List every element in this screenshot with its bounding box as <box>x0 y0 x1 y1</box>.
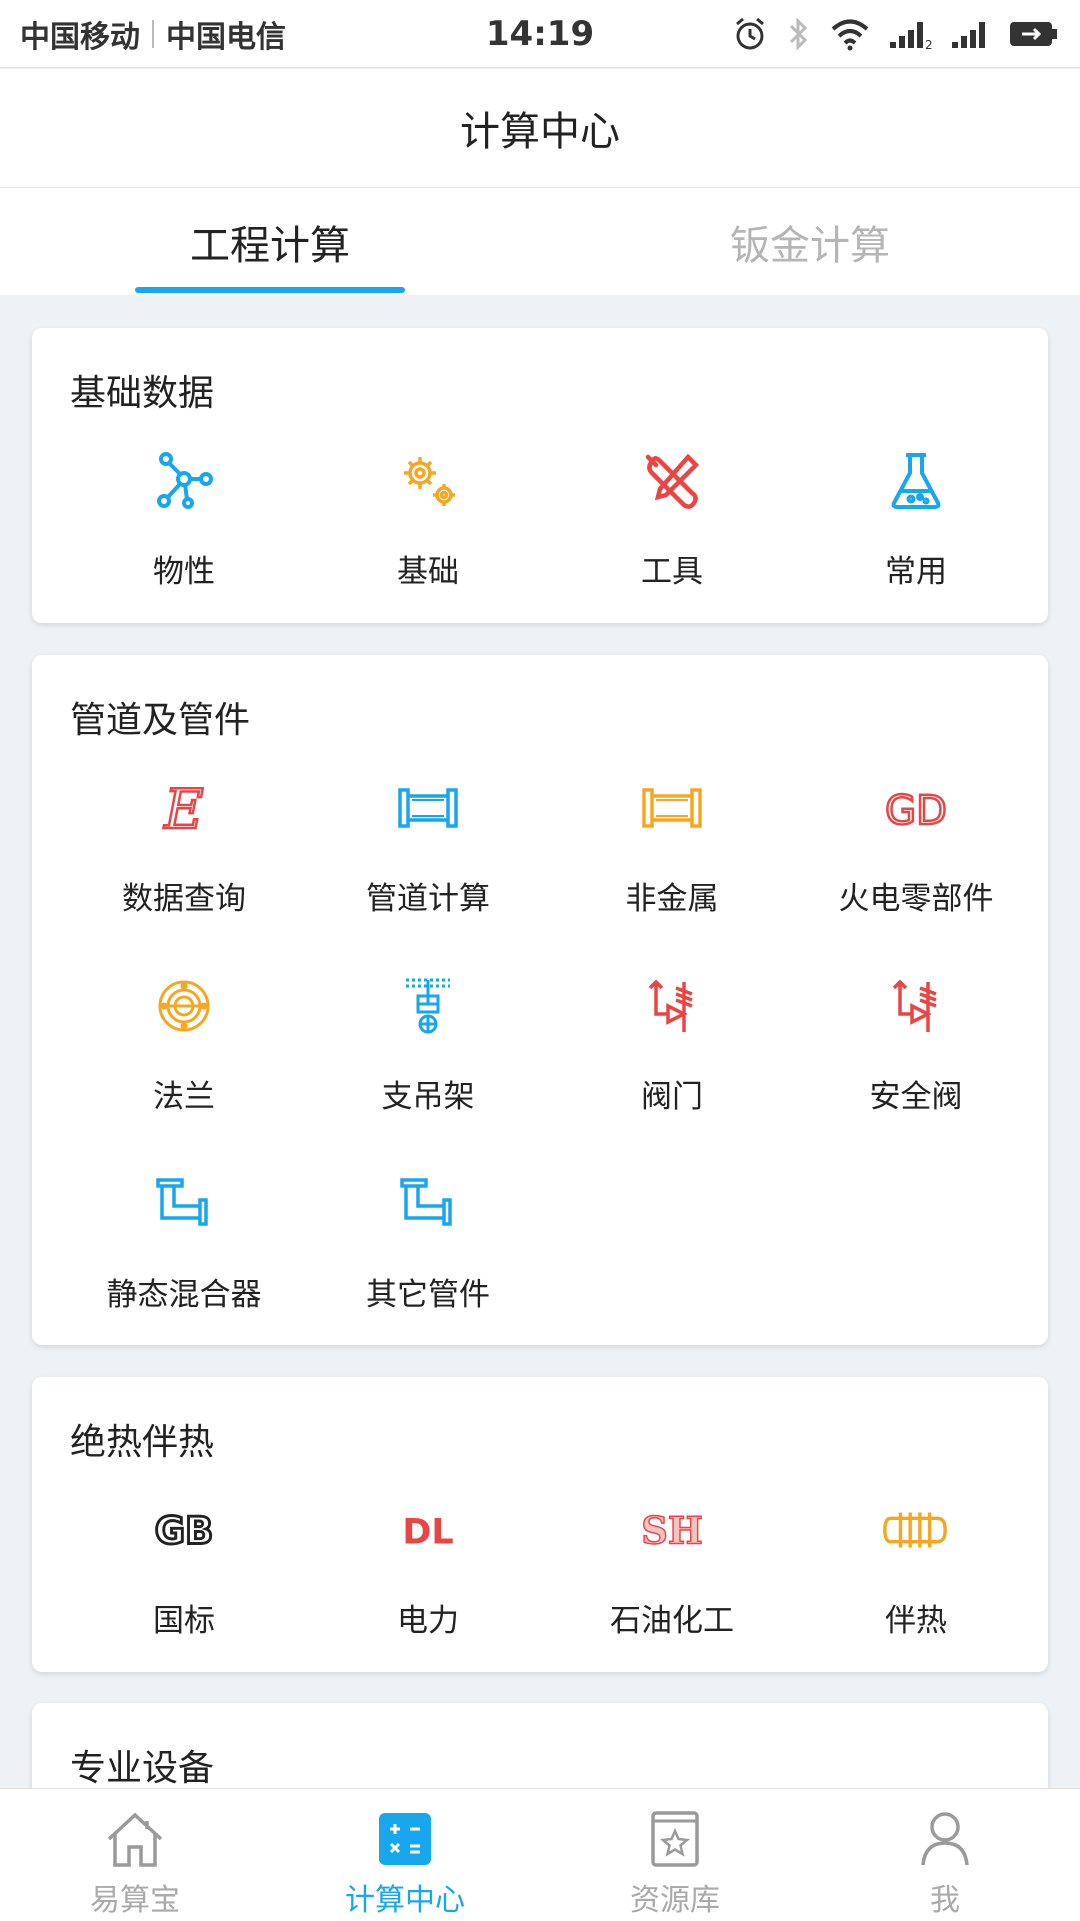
valve-icon <box>648 979 693 1032</box>
item-label: 安全阀 <box>869 1079 963 1115</box>
section-grid: GB 国标 DL 电力 SH 石油化工 伴热 <box>32 1495 1048 1693</box>
item-petrochemical[interactable]: SH 石油化工 <box>550 1495 794 1693</box>
item-pipe-hanger[interactable]: 支吊架 <box>306 971 550 1169</box>
item-national-standard[interactable]: GB 国标 <box>62 1495 306 1693</box>
item-non-metal[interactable]: 非金属 <box>550 773 794 971</box>
item-physical-properties[interactable]: 物性 <box>62 446 306 644</box>
item-label: 非金属 <box>625 881 719 917</box>
gd-text-icon: GD <box>884 787 948 836</box>
item-label: 基础 <box>397 554 459 590</box>
item-pipe-calc[interactable]: 管道计算 <box>306 773 550 971</box>
item-other-fittings[interactable]: 其它管件 <box>306 1169 550 1367</box>
calculator-icon <box>379 1813 431 1865</box>
status-time: 14:19 <box>485 14 595 54</box>
section-grid: 物性 基础 工具 常用 <box>32 446 1048 644</box>
svg-text:E: E <box>163 778 203 840</box>
hanger-icon <box>406 978 450 1034</box>
nav-label: 计算中心 <box>345 1883 465 1918</box>
content-scroll[interactable]: 基础数据 物性 基础 工具 常用 管道及管件 E 数据查询 管道计算 非金属 G… <box>0 295 1080 1788</box>
section-title: 管道及管件 <box>70 700 251 741</box>
nav-me[interactable]: 我 <box>810 1789 1080 1921</box>
nav-calculation-center[interactable]: 计算中心 <box>270 1789 540 1921</box>
item-static-mixer[interactable]: 静态混合器 <box>62 1169 306 1367</box>
pipe-icon <box>642 788 702 828</box>
item-basics[interactable]: 基础 <box>306 446 550 644</box>
nav-label: 资源库 <box>630 1883 720 1918</box>
section-title: 绝热伴热 <box>70 1422 215 1463</box>
pipe-icon <box>398 788 458 828</box>
item-safety-valve[interactable]: 安全阀 <box>794 971 1038 1169</box>
molecule-icon <box>157 452 213 509</box>
svg-text:SH: SH <box>641 1509 703 1553</box>
tab-label: 钣金计算 <box>730 222 890 269</box>
item-label: 火电零部件 <box>838 881 994 917</box>
person-icon <box>921 1812 969 1866</box>
item-label: 工具 <box>641 554 703 590</box>
flask-icon <box>891 453 941 509</box>
item-tools[interactable]: 工具 <box>550 446 794 644</box>
svg-text:GB: GB <box>155 1510 213 1553</box>
flange-icon <box>158 980 210 1032</box>
nav-label: 我 <box>930 1883 960 1918</box>
item-label: 管道计算 <box>366 881 490 917</box>
letter-e-icon: E <box>162 777 205 840</box>
item-valve[interactable]: 阀门 <box>550 971 794 1169</box>
bottom-nav: 易算宝 计算中心 资源库 我 <box>0 1788 1080 1921</box>
item-label: 伴热 <box>885 1603 947 1639</box>
item-label: 支吊架 <box>381 1079 475 1115</box>
title-bar: 计算中心 <box>0 69 1080 188</box>
item-label: 其它管件 <box>366 1277 490 1313</box>
item-electric-power[interactable]: DL 电力 <box>306 1495 550 1693</box>
heat-trace-icon <box>883 1512 947 1548</box>
tab-sheet-metal[interactable]: 钣金计算 <box>540 188 1080 295</box>
pipe-elbow-icon <box>156 1178 208 1226</box>
nav-resource-library[interactable]: 资源库 <box>540 1789 810 1921</box>
item-label: 石油化工 <box>610 1603 734 1639</box>
page-title: 计算中心 <box>460 109 620 155</box>
section-basic-data: 基础数据 物性 基础 工具 常用 <box>32 328 1048 623</box>
item-flange[interactable]: 法兰 <box>62 971 306 1169</box>
item-label: 阀门 <box>641 1079 703 1115</box>
gb-text-icon: GB <box>153 1508 214 1554</box>
section-title: 专业设备 <box>70 1748 215 1788</box>
section-pipes-fittings: 管道及管件 E 数据查询 管道计算 非金属 GD 火电零部件 法兰 支吊架 阀门… <box>32 655 1048 1345</box>
section-grid: E 数据查询 管道计算 非金属 GD 火电零部件 法兰 支吊架 阀门 安全阀 静… <box>32 773 1048 1367</box>
valve-icon <box>892 979 937 1032</box>
wrench-screwdriver-icon <box>645 453 700 509</box>
tab-label: 工程计算 <box>190 222 350 269</box>
item-label: 国标 <box>153 1603 215 1639</box>
item-common[interactable]: 常用 <box>794 446 1038 644</box>
gears-icon <box>404 457 455 506</box>
section-professional-equipment: 专业设备 <box>32 1703 1048 1788</box>
section-insulation-heat-tracing: 绝热伴热 GB 国标 DL 电力 SH 石油化工 伴热 <box>32 1377 1048 1672</box>
svg-text:GD: GD <box>885 788 947 834</box>
sh-text-icon: SH <box>640 1508 703 1553</box>
item-label: 数据查询 <box>122 881 246 917</box>
item-label: 物性 <box>153 554 215 590</box>
tab-bar: 工程计算 钣金计算 <box>0 188 1080 295</box>
item-label: 静态混合器 <box>106 1277 262 1313</box>
item-thermal-power-parts[interactable]: GD 火电零部件 <box>794 773 1038 971</box>
status-bar: 中国移动 中国电信 14:19 2 <box>0 0 1080 68</box>
book-star-icon <box>651 1811 699 1867</box>
dl-text-icon: DL <box>402 1513 453 1553</box>
nav-label: 易算宝 <box>90 1883 180 1918</box>
nav-home[interactable]: 易算宝 <box>0 1789 270 1921</box>
item-label: 常用 <box>885 554 947 590</box>
item-data-query[interactable]: E 数据查询 <box>62 773 306 971</box>
tab-engineering[interactable]: 工程计算 <box>0 188 540 295</box>
house-icon <box>107 1812 163 1867</box>
item-heat-tracing[interactable]: 伴热 <box>794 1495 1038 1693</box>
section-title: 基础数据 <box>70 373 215 414</box>
item-label: 电力 <box>397 1603 459 1639</box>
svg-text:DL: DL <box>402 1513 453 1553</box>
active-tab-indicator <box>135 287 405 293</box>
pipe-elbow-icon <box>400 1178 452 1226</box>
item-label: 法兰 <box>153 1079 215 1115</box>
